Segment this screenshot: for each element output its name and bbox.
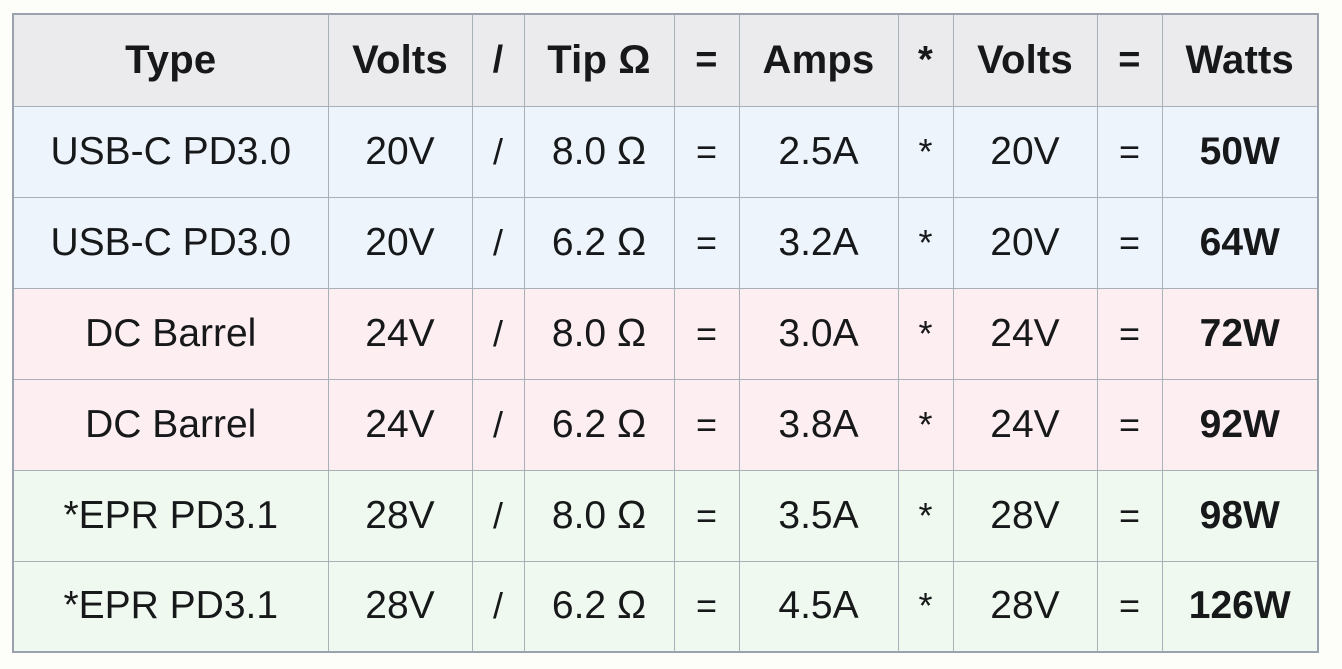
cell-amps: 3.0A	[738, 287, 899, 380]
cell-multiply-operator: *	[897, 287, 954, 380]
table-row: USB-C PD3.0 20V / 8.0 Ω = 2.5A * 20V = 5…	[12, 105, 1319, 198]
column-header-volts-multiplier: Volts	[952, 13, 1098, 107]
table-row: DC Barrel 24V / 8.0 Ω = 3.0A * 24V = 72W	[12, 287, 1319, 380]
cell-volts-input: 20V	[327, 105, 473, 198]
cell-volts-input: 24V	[327, 287, 473, 380]
cell-volts-multiplier: 24V	[952, 287, 1098, 380]
cell-multiply-operator: *	[897, 378, 954, 471]
header-row: Type Volts / Tip Ω = Amps * Volts = Watt…	[12, 13, 1319, 107]
cell-equals-operator-1: =	[673, 196, 740, 289]
table-row: *EPR PD3.1 28V / 6.2 Ω = 4.5A * 28V = 12…	[12, 560, 1319, 653]
cell-tip-ohms: 6.2 Ω	[523, 378, 675, 471]
cell-type: DC Barrel	[12, 287, 329, 380]
cell-watts: 64W	[1161, 196, 1319, 289]
cell-multiply-operator: *	[897, 105, 954, 198]
cell-type: USB-C PD3.0	[12, 105, 329, 198]
column-header-volts-input: Volts	[327, 13, 473, 107]
cell-equals-operator-1: =	[673, 287, 740, 380]
cell-equals-operator-1: =	[673, 469, 740, 562]
cell-tip-ohms: 6.2 Ω	[523, 196, 675, 289]
cell-equals-operator-2: =	[1096, 469, 1163, 562]
cell-volts-multiplier: 28V	[952, 560, 1098, 653]
column-header-type: Type	[12, 13, 329, 107]
cell-amps: 3.8A	[738, 378, 899, 471]
table-row: *EPR PD3.1 28V / 8.0 Ω = 3.5A * 28V = 98…	[12, 469, 1319, 562]
power-calculation-table: Type Volts / Tip Ω = Amps * Volts = Watt…	[12, 13, 1319, 653]
cell-type: *EPR PD3.1	[12, 560, 329, 653]
cell-equals-operator-2: =	[1096, 196, 1163, 289]
cell-watts: 50W	[1161, 105, 1319, 198]
cell-amps: 2.5A	[738, 105, 899, 198]
page-root: Type Volts / Tip Ω = Amps * Volts = Watt…	[0, 0, 1342, 669]
cell-volts-input: 24V	[327, 378, 473, 471]
cell-equals-operator-1: =	[673, 105, 740, 198]
cell-tip-ohms: 6.2 Ω	[523, 560, 675, 653]
column-header-amps: Amps	[738, 13, 899, 107]
cell-equals-operator-1: =	[673, 378, 740, 471]
cell-divide-operator: /	[471, 469, 525, 562]
cell-amps: 3.5A	[738, 469, 899, 562]
cell-watts: 72W	[1161, 287, 1319, 380]
table-header: Type Volts / Tip Ω = Amps * Volts = Watt…	[12, 13, 1319, 107]
cell-multiply-operator: *	[897, 560, 954, 653]
cell-equals-operator-2: =	[1096, 287, 1163, 380]
cell-amps: 3.2A	[738, 196, 899, 289]
column-header-tip-ohms: Tip Ω	[523, 13, 675, 107]
cell-amps: 4.5A	[738, 560, 899, 653]
cell-multiply-operator: *	[897, 196, 954, 289]
cell-type: *EPR PD3.1	[12, 469, 329, 562]
cell-volts-input: 28V	[327, 469, 473, 562]
cell-tip-ohms: 8.0 Ω	[523, 287, 675, 380]
column-header-divide-operator: /	[471, 13, 525, 107]
cell-equals-operator-2: =	[1096, 560, 1163, 653]
table-row: USB-C PD3.0 20V / 6.2 Ω = 3.2A * 20V = 6…	[12, 196, 1319, 289]
cell-watts: 92W	[1161, 378, 1319, 471]
cell-equals-operator-2: =	[1096, 378, 1163, 471]
cell-volts-multiplier: 24V	[952, 378, 1098, 471]
cell-volts-multiplier: 20V	[952, 105, 1098, 198]
table-body: USB-C PD3.0 20V / 8.0 Ω = 2.5A * 20V = 5…	[12, 105, 1319, 653]
cell-tip-ohms: 8.0 Ω	[523, 469, 675, 562]
cell-divide-operator: /	[471, 560, 525, 653]
cell-type: DC Barrel	[12, 378, 329, 471]
cell-type: USB-C PD3.0	[12, 196, 329, 289]
cell-divide-operator: /	[471, 378, 525, 471]
column-header-equals-operator-2: =	[1096, 13, 1163, 107]
cell-volts-multiplier: 20V	[952, 196, 1098, 289]
cell-tip-ohms: 8.0 Ω	[523, 105, 675, 198]
column-header-multiply-operator: *	[897, 13, 954, 107]
column-header-equals-operator-1: =	[673, 13, 740, 107]
cell-watts: 126W	[1161, 560, 1319, 653]
cell-volts-multiplier: 28V	[952, 469, 1098, 562]
cell-divide-operator: /	[471, 105, 525, 198]
cell-volts-input: 28V	[327, 560, 473, 653]
table-row: DC Barrel 24V / 6.2 Ω = 3.8A * 24V = 92W	[12, 378, 1319, 471]
cell-equals-operator-2: =	[1096, 105, 1163, 198]
column-header-watts: Watts	[1161, 13, 1319, 107]
cell-volts-input: 20V	[327, 196, 473, 289]
cell-divide-operator: /	[471, 287, 525, 380]
cell-divide-operator: /	[471, 196, 525, 289]
cell-multiply-operator: *	[897, 469, 954, 562]
cell-watts: 98W	[1161, 469, 1319, 562]
cell-equals-operator-1: =	[673, 560, 740, 653]
